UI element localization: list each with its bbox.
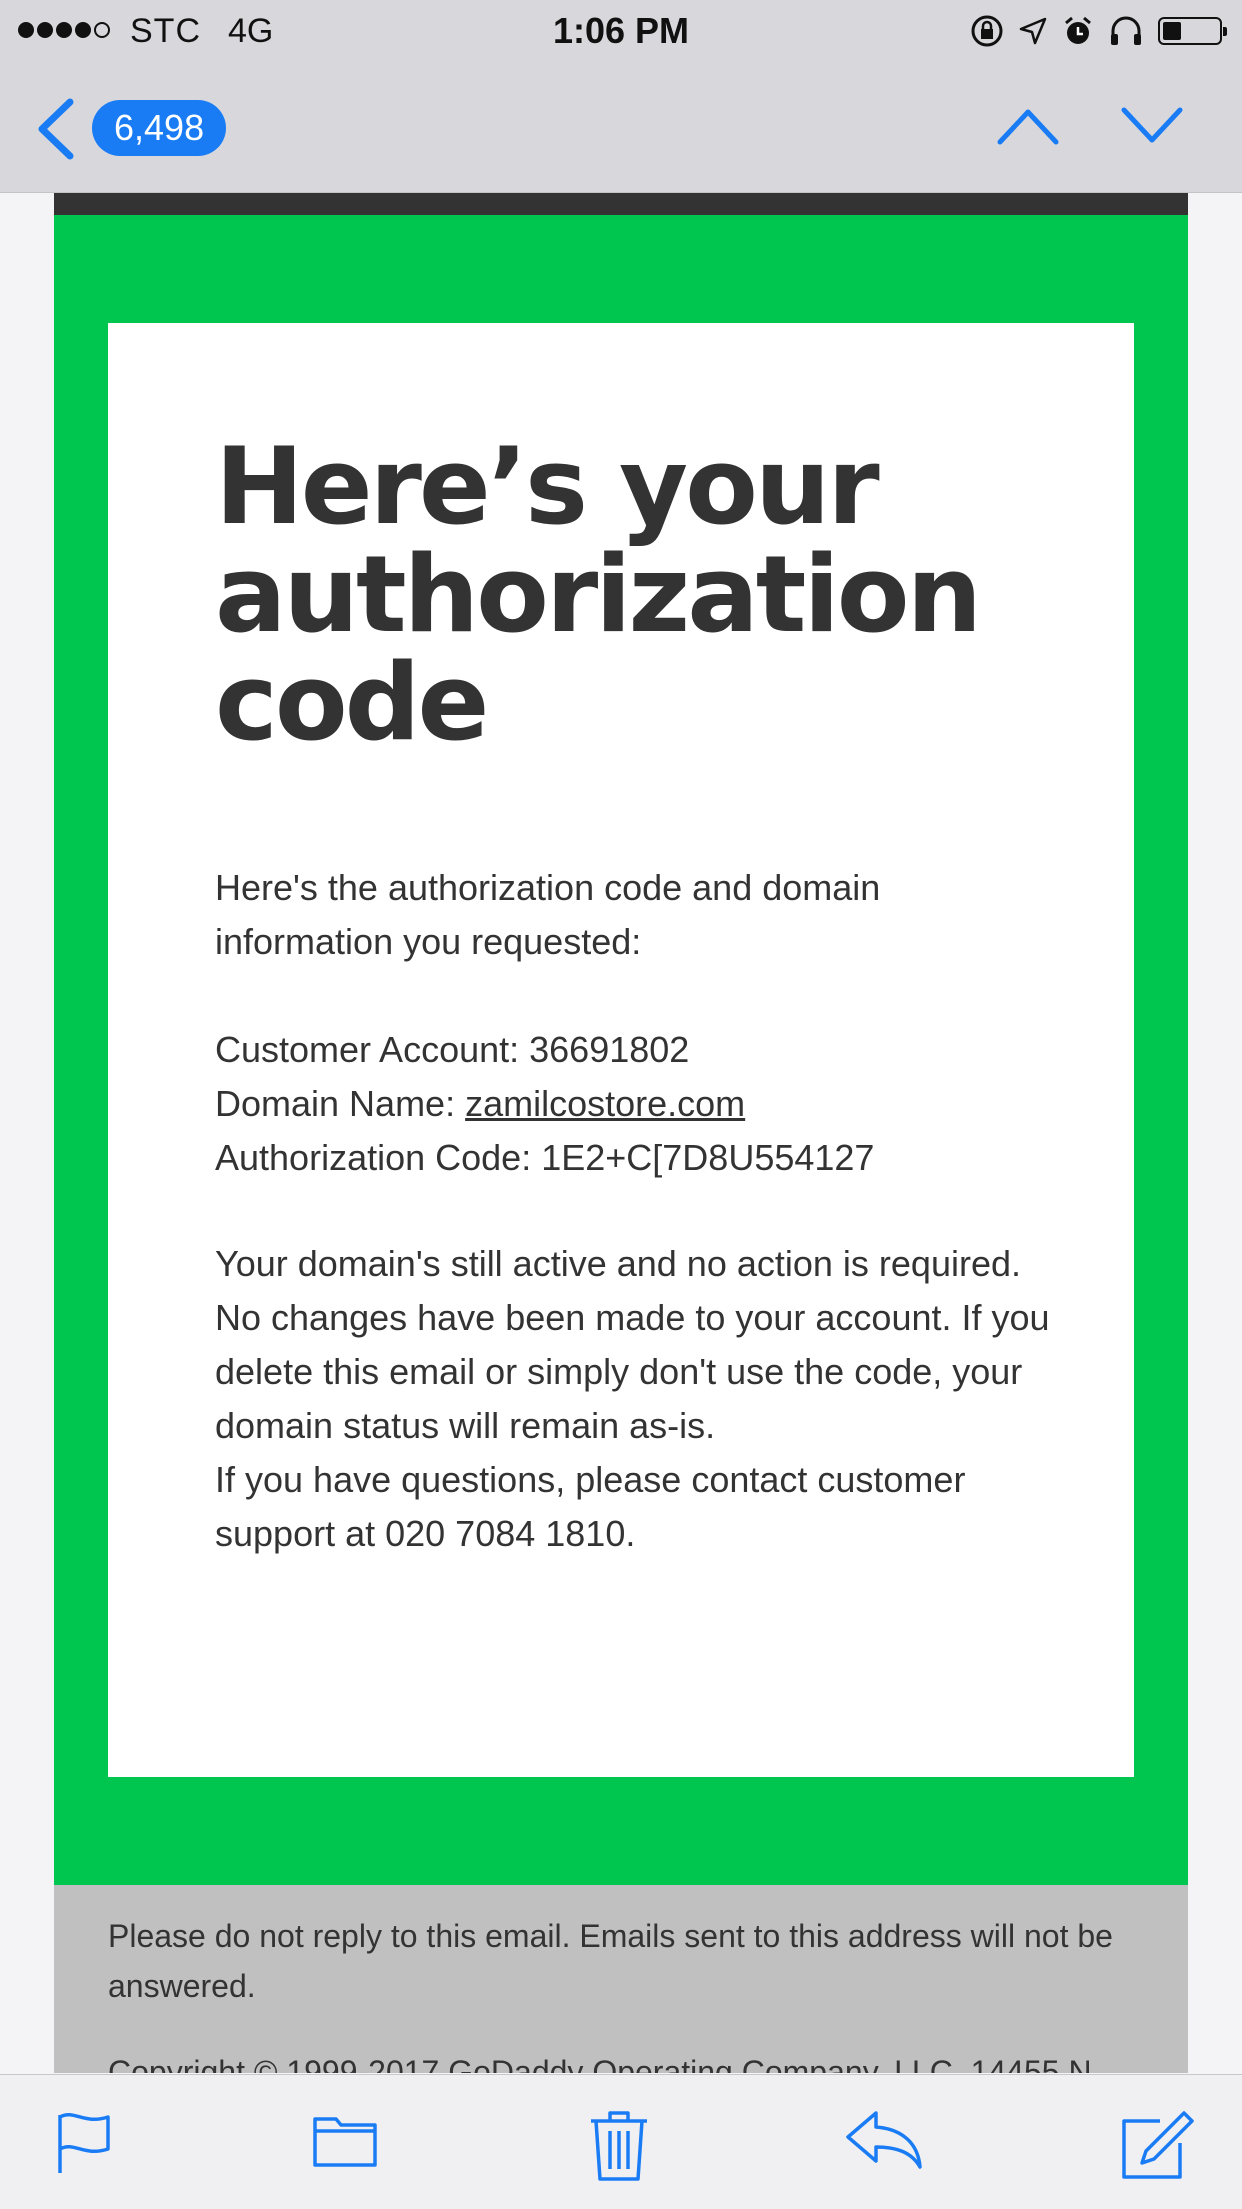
trash-icon[interactable] (588, 2109, 650, 2183)
bottom-toolbar (0, 2074, 1242, 2209)
status-icons (970, 14, 1227, 48)
email-card: Here’s your authorization code Here's th… (108, 323, 1134, 1777)
intro-paragraph: Here's the authorization code and domain… (215, 867, 881, 962)
support-paragraph: If you have questions, please contact cu… (215, 1459, 966, 1554)
status-bar: STC 4G 1:06 PM (0, 0, 1242, 60)
email-footer: Please do not reply to this email. Email… (54, 1885, 1188, 2073)
domain-name-link[interactable]: zamilcostore.com (465, 1083, 745, 1124)
orientation-lock-icon (971, 15, 1003, 47)
compose-icon[interactable] (1120, 2109, 1196, 2181)
alarm-icon (1065, 16, 1091, 44)
email-green-frame: Here’s your authorization code Here's th… (54, 215, 1188, 1885)
authorization-code-value: 1E2+C[7D8U554127 (541, 1137, 875, 1178)
chevron-down-icon[interactable] (1120, 104, 1184, 148)
folder-icon[interactable] (312, 2109, 378, 2169)
battery-icon (1158, 17, 1227, 45)
header-bar: STC 4G 1:06 PM 6,498 (0, 0, 1242, 193)
message-count-badge[interactable]: 6,498 (92, 100, 227, 156)
authorization-code-line: Authorization Code: 1E2+C[7D8U554127 (215, 1131, 1055, 1185)
email-content[interactable]: Here’s your authorization code Here's th… (0, 193, 1242, 2073)
location-icon (1019, 17, 1047, 45)
copyright-text: Copyright © 1999-2017 GoDaddy Operating … (108, 2054, 1101, 2073)
flag-icon[interactable] (54, 2109, 114, 2175)
customer-account-line: Customer Account: 36691802 (215, 1023, 1055, 1077)
account-info: Customer Account: 36691802 Domain Name: … (215, 1023, 1055, 1185)
email-top-band (54, 193, 1188, 215)
battery-level (1163, 22, 1181, 40)
customer-account-label: Customer Account: (215, 1029, 530, 1070)
no-reply-notice: Please do not reply to this email. Email… (108, 1918, 1113, 2004)
headphones-icon (1111, 16, 1141, 45)
domain-name-line: Domain Name: zamilcostore.com (215, 1077, 1055, 1131)
domain-status-paragraph: Your domain's still active and no action… (215, 1243, 1050, 1446)
chevron-up-icon[interactable] (996, 104, 1060, 148)
reply-icon[interactable] (844, 2109, 924, 2171)
domain-name-label: Domain Name: (215, 1083, 466, 1124)
back-chevron-icon[interactable] (34, 96, 78, 162)
email-headline: Here’s your authorization code (215, 425, 982, 764)
authorization-code-label: Authorization Code: (215, 1137, 542, 1178)
customer-account-value: 36691802 (529, 1029, 690, 1070)
